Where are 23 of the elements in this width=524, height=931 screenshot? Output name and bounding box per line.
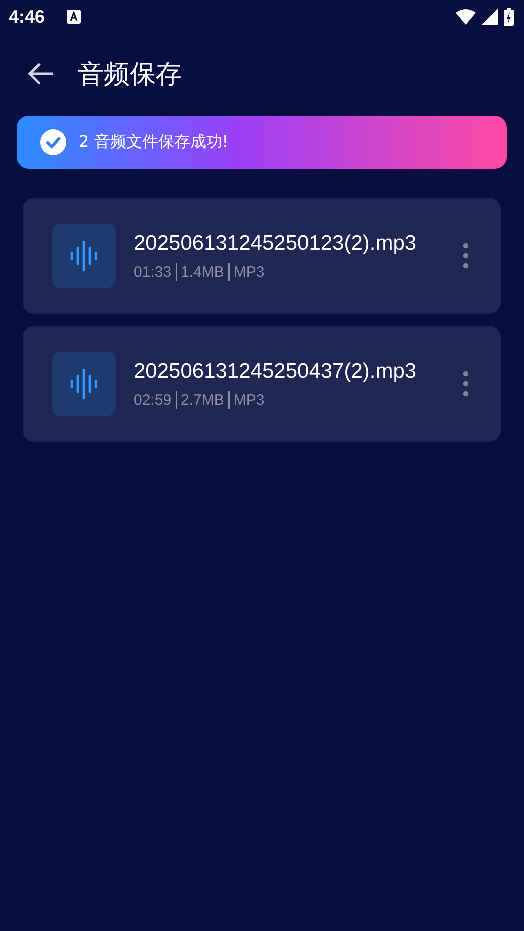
file-duration: 01:33: [134, 264, 172, 280]
status-time: 4:46: [9, 6, 46, 28]
audio-file-card[interactable]: 202506131245250123(2).mp3 01:33 1.4MB MP3: [23, 198, 501, 314]
check-icon: [40, 129, 67, 156]
file-name: 202506131245250437(2).mp3: [134, 359, 418, 385]
file-format: MP3: [234, 264, 265, 280]
page-title: 音频保存: [78, 58, 182, 92]
waveform-icon: [70, 369, 98, 399]
audio-file-card[interactable]: 202506131245250437(2).mp3 02:59 2.7MB MP3: [23, 326, 501, 442]
waveform-icon: [70, 241, 98, 271]
battery-icon: [504, 8, 514, 26]
signal-icon: [482, 9, 498, 25]
file-size: 2.7MB: [181, 392, 224, 408]
wifi-icon: [456, 9, 476, 25]
more-icon[interactable]: [463, 371, 469, 397]
more-icon[interactable]: [463, 243, 469, 269]
banner-message: 2 音频文件保存成功!: [79, 132, 229, 153]
notification-icon: [67, 10, 82, 24]
file-duration: 02:59: [134, 392, 172, 408]
file-name: 202506131245250123(2).mp3: [134, 231, 418, 257]
back-icon[interactable]: [28, 63, 54, 85]
file-format: MP3: [234, 392, 265, 408]
file-size: 1.4MB: [181, 264, 224, 280]
